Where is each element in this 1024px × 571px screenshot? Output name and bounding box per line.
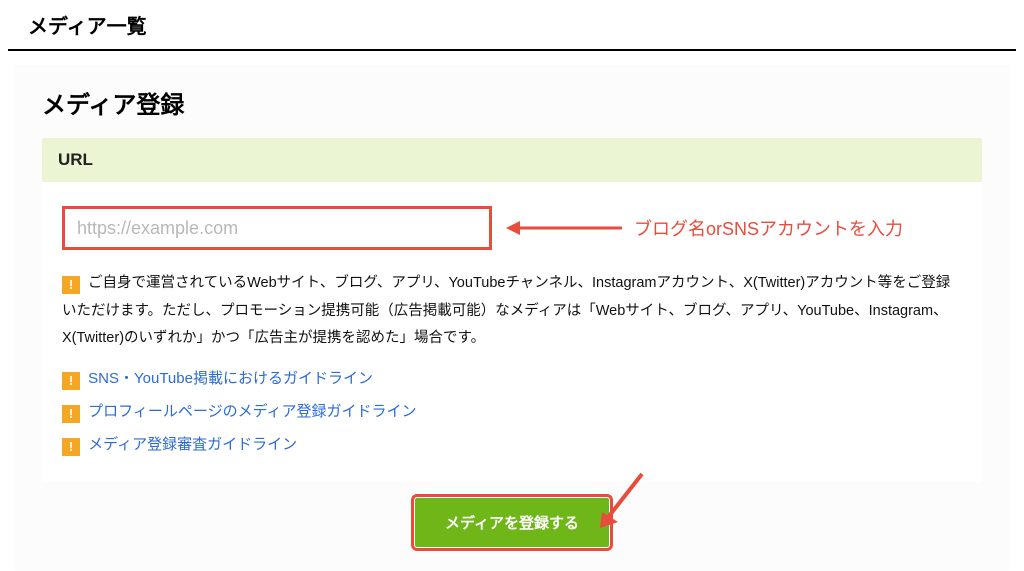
arrow-down-icon: [592, 468, 652, 543]
list-item: ! メディア登録審査ガイドライン: [62, 433, 962, 456]
media-register-panel: メディア登録 URL ブログ名orSNSアカウントを入力 ! ご自身で運営されて…: [14, 65, 1010, 571]
list-item: ! SNS・YouTube掲載におけるガイドライン: [62, 367, 962, 390]
section-url-header: URL: [42, 138, 982, 182]
guideline-link-profile[interactable]: プロフィールページのメディア登録ガイドライン: [88, 403, 416, 420]
page-title: メディア一覧: [8, 0, 1016, 51]
url-input[interactable]: [62, 206, 492, 250]
url-input-row: ブログ名orSNSアカウントを入力: [62, 206, 962, 250]
list-item: ! プロフィールページのメディア登録ガイドライン: [62, 400, 962, 423]
description-body: ご自身で運営されているWebサイト、ブログ、アプリ、YouTubeチャンネル、I…: [62, 275, 950, 346]
warning-badge-icon: !: [62, 372, 80, 390]
register-media-button[interactable]: メディアを登録する: [415, 498, 609, 547]
submit-row: メディアを登録する: [42, 498, 982, 547]
panel-title: メディア登録: [42, 85, 982, 120]
warning-badge-icon: !: [62, 438, 80, 456]
guideline-links: ! SNS・YouTube掲載におけるガイドライン ! プロフィールページのメデ…: [62, 367, 962, 456]
input-annotation: ブログ名orSNSアカウントを入力: [634, 215, 903, 241]
form-area: ブログ名orSNSアカウントを入力 ! ご自身で運営されているWebサイト、ブロ…: [42, 182, 982, 482]
warning-badge-icon: !: [62, 276, 80, 294]
description-text: ! ご自身で運営されているWebサイト、ブログ、アプリ、YouTubeチャンネル…: [62, 270, 962, 353]
guideline-link-sns-youtube[interactable]: SNS・YouTube掲載におけるガイドライン: [88, 370, 373, 387]
guideline-link-review[interactable]: メディア登録審査ガイドライン: [88, 436, 297, 453]
warning-badge-icon: !: [62, 405, 80, 423]
arrow-left-icon: [504, 216, 624, 240]
